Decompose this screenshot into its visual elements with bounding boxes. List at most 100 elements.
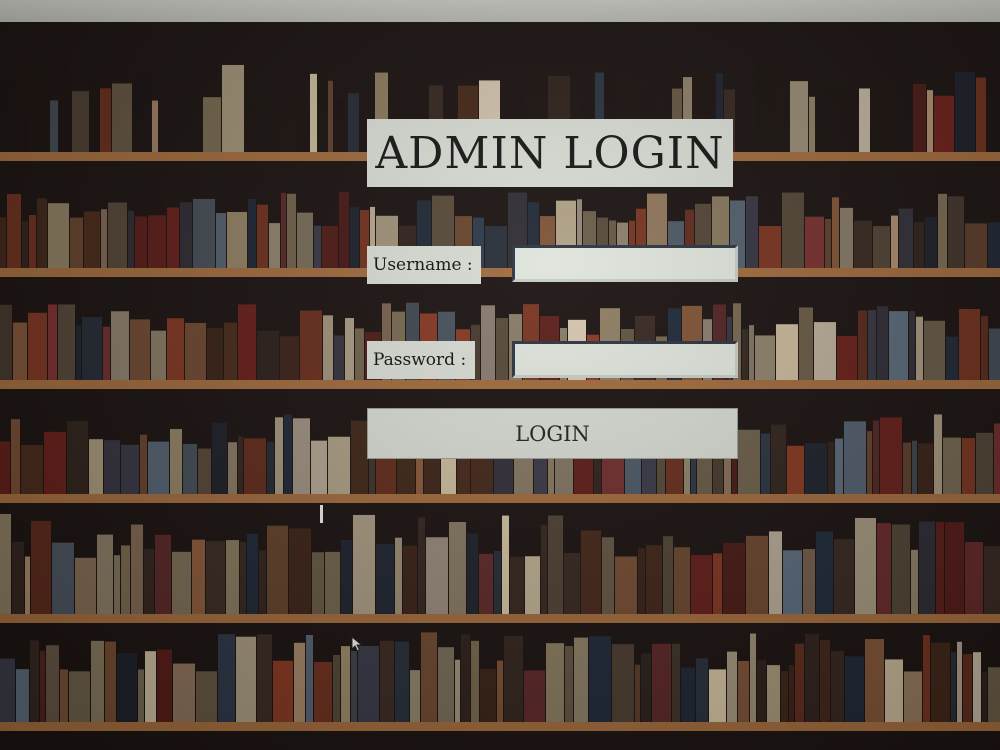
book-spine — [267, 441, 274, 494]
book-spine — [886, 92, 896, 152]
book-spine — [787, 445, 804, 494]
book-spine — [767, 665, 780, 722]
book-spine — [216, 212, 226, 268]
book-spine — [89, 439, 103, 494]
book-spine — [144, 549, 154, 614]
book-spine — [48, 203, 69, 268]
book-spine — [155, 534, 171, 614]
book-spine — [541, 524, 547, 614]
password-input[interactable] — [512, 341, 738, 378]
book-spine — [525, 556, 540, 614]
book-spine — [467, 533, 478, 614]
book-spine — [903, 442, 911, 494]
book-spine — [480, 668, 496, 722]
book-spine — [426, 537, 448, 614]
username-label: Username : — [367, 246, 481, 284]
book-spine — [238, 436, 243, 494]
book-spine — [820, 639, 830, 722]
book-spine — [816, 531, 833, 614]
text-cursor — [320, 505, 323, 523]
book-spine — [182, 84, 202, 152]
book-spine — [982, 672, 987, 722]
book-spine — [60, 669, 68, 722]
book-spine — [880, 417, 902, 494]
book-spine — [14, 99, 28, 152]
book-spine — [257, 330, 279, 380]
book-spine — [840, 207, 853, 268]
book-spine — [746, 196, 758, 268]
book-spine — [738, 660, 749, 722]
book-spine — [312, 552, 324, 614]
book-spine — [341, 539, 352, 614]
book-spine — [302, 70, 309, 152]
book-spine — [355, 328, 364, 380]
book-spine — [353, 514, 375, 614]
book-spine — [72, 91, 89, 152]
username-input[interactable] — [512, 245, 738, 282]
book-spine — [114, 555, 120, 614]
book-spine — [455, 659, 460, 722]
book-spine — [691, 555, 712, 614]
book-spine — [912, 440, 917, 494]
book-spine — [943, 437, 961, 494]
book-spine — [871, 100, 885, 152]
book-spine — [11, 419, 20, 494]
book-spine — [955, 72, 975, 152]
book-spine — [589, 636, 611, 722]
book-spine — [485, 226, 507, 268]
book-spine — [311, 440, 327, 494]
book-spine — [918, 443, 933, 494]
book-spine — [273, 660, 293, 722]
book-spine — [963, 654, 972, 722]
book-spine — [776, 324, 798, 380]
book-spine — [100, 88, 111, 152]
book-spine — [790, 81, 808, 152]
book-spine — [40, 75, 49, 152]
login-screen: ADMIN LOGIN Username : Password : LOGIN — [0, 0, 1000, 750]
book-spine — [240, 542, 246, 614]
book-spine — [877, 523, 891, 614]
book-spine — [59, 63, 71, 152]
book-spine — [973, 652, 981, 722]
book-spine — [31, 520, 51, 614]
book-spine — [723, 542, 745, 614]
book-spine — [328, 436, 350, 494]
book-spine — [289, 528, 311, 614]
book-spine — [46, 645, 59, 722]
book-spine — [749, 325, 754, 380]
book-spine — [931, 642, 950, 722]
book-spine — [759, 226, 781, 268]
book-spine — [989, 328, 1000, 380]
book-spine — [351, 420, 368, 494]
book-spine — [945, 522, 964, 614]
book-spine — [795, 643, 804, 722]
book-spine — [293, 418, 310, 494]
book-spine — [885, 659, 903, 722]
book-spine — [284, 414, 292, 494]
book-spine — [602, 537, 614, 614]
shelf-board — [0, 494, 1000, 503]
login-button[interactable]: LOGIN — [367, 408, 738, 459]
mouse-pointer-icon — [351, 636, 363, 652]
book-spine — [148, 441, 169, 494]
shelf-board — [0, 268, 1000, 277]
book-spine — [814, 322, 836, 380]
book-spine — [50, 100, 58, 152]
book-spine — [380, 640, 394, 722]
book-spine — [838, 88, 858, 152]
book-spine — [564, 552, 580, 614]
book-spine — [152, 100, 158, 152]
book-spine — [44, 431, 66, 494]
book-spine — [259, 550, 266, 614]
book-spine — [257, 634, 272, 722]
book-spine — [663, 536, 673, 614]
book-spine — [91, 640, 104, 722]
book-spine — [29, 70, 39, 152]
book-spine — [360, 102, 367, 152]
book-spine — [834, 539, 854, 614]
book-spine — [799, 307, 813, 380]
book-spine — [965, 542, 983, 614]
book-spine — [911, 549, 918, 614]
book-spine — [891, 215, 898, 268]
book-spine — [82, 317, 102, 380]
